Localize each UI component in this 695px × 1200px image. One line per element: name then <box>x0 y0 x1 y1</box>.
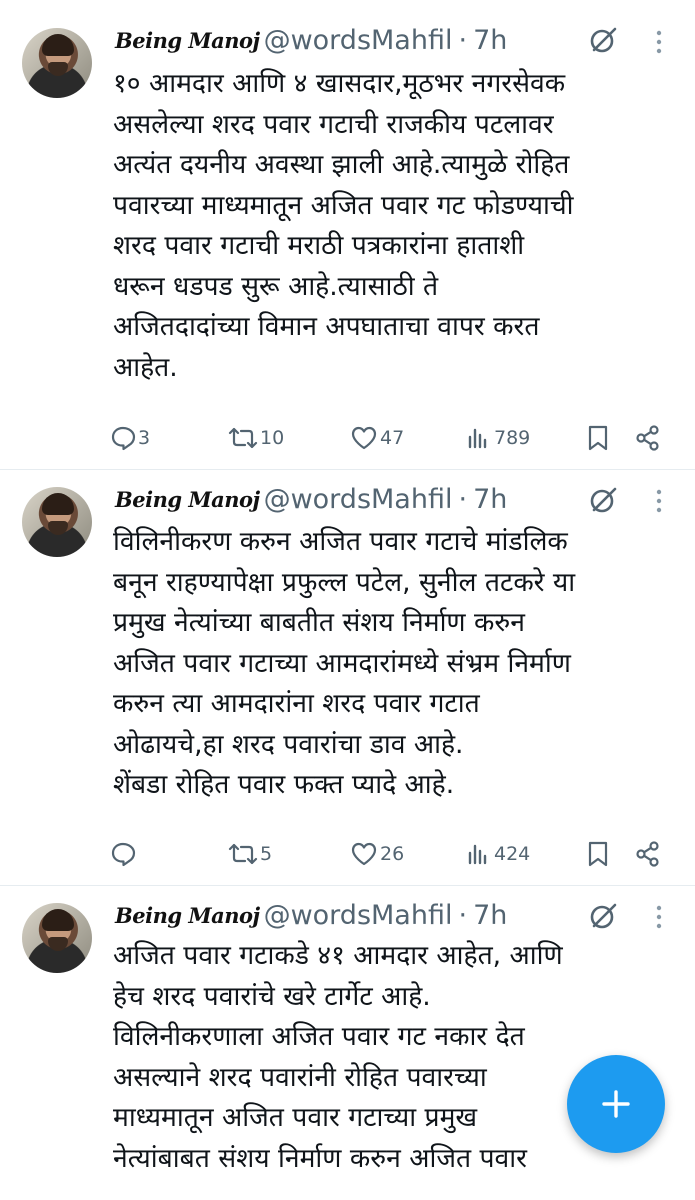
like-button[interactable]: 47 <box>350 421 404 455</box>
reply-button[interactable]: 3 <box>110 421 150 455</box>
heart-icon <box>351 842 377 866</box>
share-icon <box>636 425 659 451</box>
tweet[interactable]: Being Manoj @wordsMahfil · 7h विलिनीकरण … <box>0 470 695 885</box>
separator-dot: · <box>458 24 468 56</box>
separator-dot: · <box>458 483 468 515</box>
display-name[interactable]: Being Manoj <box>115 903 260 928</box>
repost-button[interactable]: 5 <box>228 837 272 871</box>
compose-button[interactable] <box>567 1055 665 1153</box>
views-button[interactable]: 424 <box>466 837 530 871</box>
tweet-text: विलिनीकरण करुन अजित पवार गटाचे मांडलिक ब… <box>113 526 576 800</box>
separator-dot: · <box>458 899 468 931</box>
tweet[interactable]: Being Manoj @wordsMahfil · 7h १० आमदार आ… <box>0 0 695 470</box>
views-count: 424 <box>494 843 531 865</box>
like-count: 26 <box>380 843 405 865</box>
grok-icon[interactable] <box>588 485 618 515</box>
like-count: 47 <box>380 427 405 449</box>
grok-icon[interactable] <box>588 25 618 55</box>
like-button[interactable]: 26 <box>350 837 404 871</box>
reply-count: 3 <box>138 427 151 449</box>
reply-button[interactable] <box>110 837 138 871</box>
repost-icon <box>228 843 258 865</box>
more-vertical-icon[interactable] <box>652 28 666 58</box>
display-name[interactable]: Being Manoj <box>115 487 260 512</box>
tweet-text: १० आमदार आणि ४ खासदार,मूठभर नगरसेवक असले… <box>113 68 574 383</box>
plus-icon <box>602 1090 630 1118</box>
views-button[interactable]: 789 <box>466 421 530 455</box>
user-handle[interactable]: @wordsMahfil <box>264 484 453 515</box>
avatar[interactable] <box>22 28 92 98</box>
more-vertical-icon[interactable] <box>652 487 666 517</box>
views-count: 789 <box>494 427 531 449</box>
more-vertical-icon[interactable] <box>652 903 666 933</box>
bookmark-button[interactable] <box>586 837 610 871</box>
repost-count: 10 <box>260 427 285 449</box>
share-icon <box>636 841 659 867</box>
views-icon <box>468 844 487 865</box>
reply-icon <box>111 426 136 451</box>
timestamp[interactable]: 7h <box>473 25 507 56</box>
avatar[interactable] <box>22 487 92 557</box>
share-button[interactable] <box>634 421 662 455</box>
repost-button[interactable]: 10 <box>228 421 284 455</box>
bookmark-icon <box>588 841 608 867</box>
user-handle[interactable]: @wordsMahfil <box>264 25 453 56</box>
repost-icon <box>228 427 258 449</box>
display-name[interactable]: Being Manoj <box>115 28 260 53</box>
views-icon <box>468 428 487 449</box>
bookmark-button[interactable] <box>586 421 610 455</box>
timestamp[interactable]: 7h <box>473 484 507 515</box>
grok-icon[interactable] <box>588 901 618 931</box>
timestamp[interactable]: 7h <box>473 900 507 931</box>
tweet-actions: 3 10 47 789 <box>0 421 695 455</box>
bookmark-icon <box>588 425 608 451</box>
share-button[interactable] <box>634 837 662 871</box>
heart-icon <box>351 426 377 450</box>
reply-icon <box>111 842 136 867</box>
avatar[interactable] <box>22 903 92 973</box>
tweet[interactable]: Being Manoj @wordsMahfil · 7h अजित पवार … <box>0 886 695 1200</box>
repost-count: 5 <box>260 843 273 865</box>
tweet-actions: 5 26 424 <box>0 837 695 871</box>
user-handle[interactable]: @wordsMahfil <box>264 900 453 931</box>
